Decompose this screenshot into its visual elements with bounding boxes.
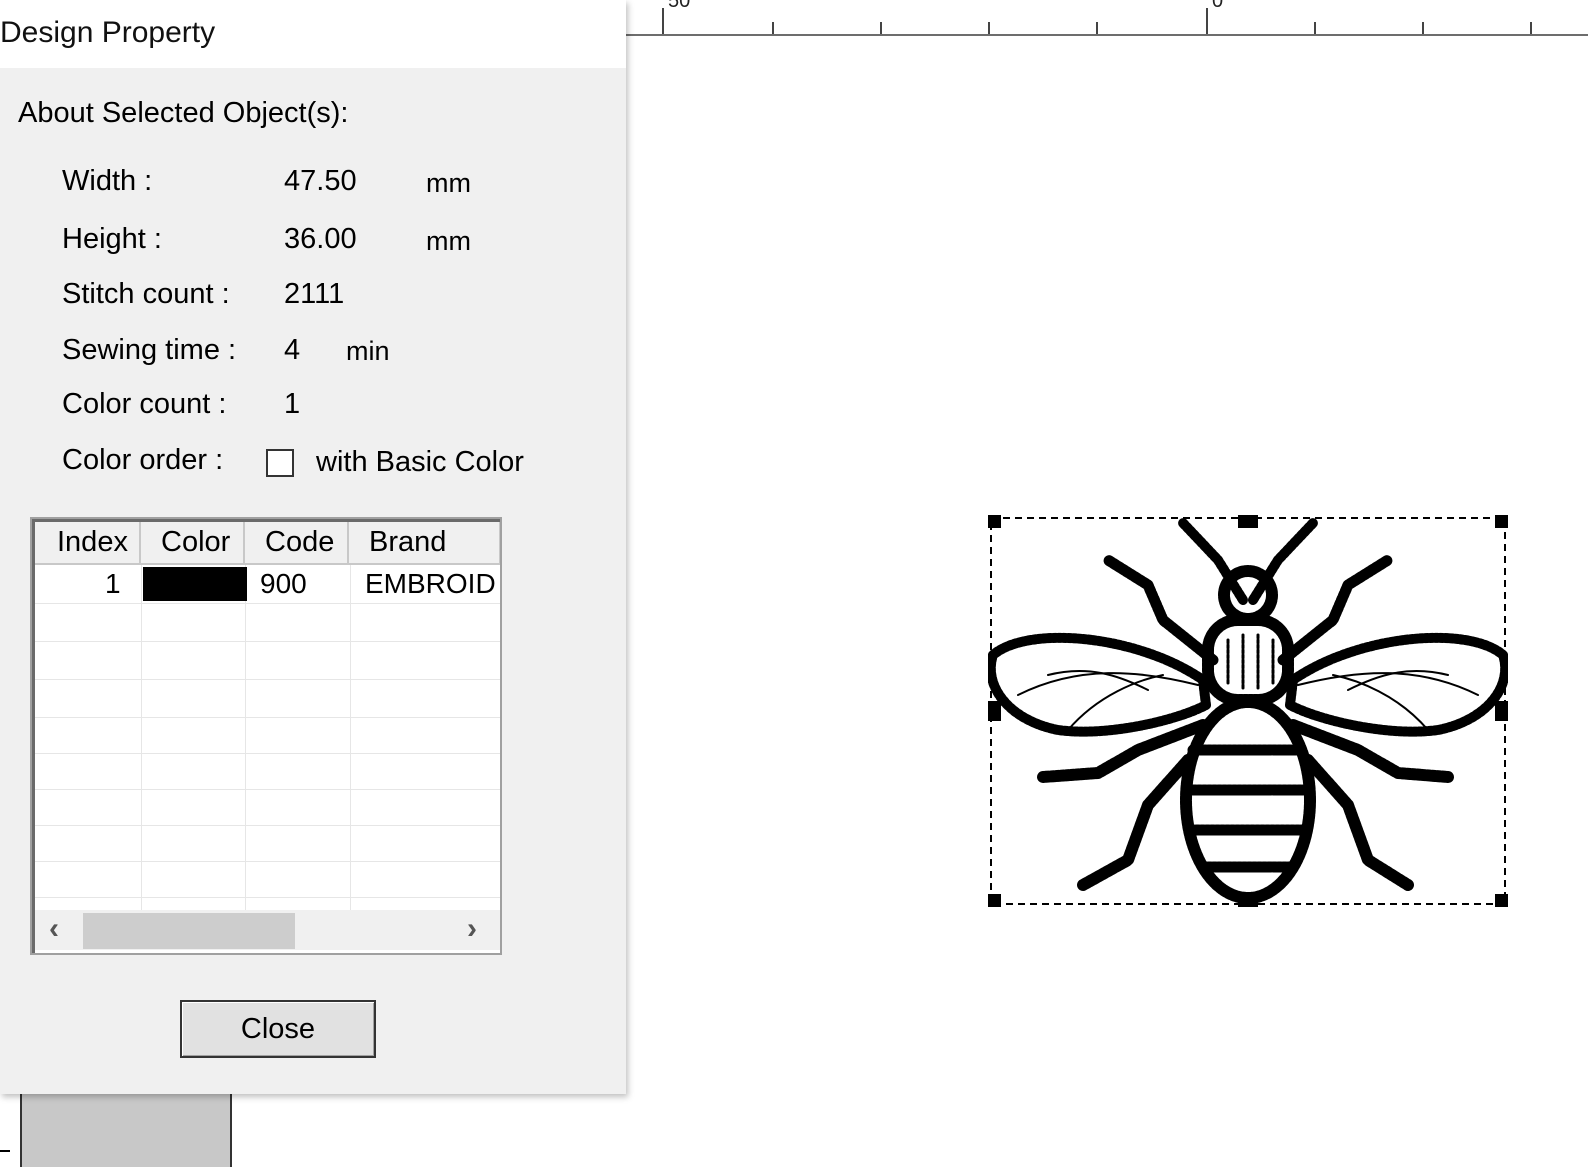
ruler-tick [1530, 22, 1532, 34]
sewing-time-label: Sewing time : [62, 334, 237, 366]
table-row-empty [35, 641, 500, 680]
row-code: 900 [260, 568, 307, 599]
ruler-label-50: 50 [668, 0, 691, 12]
color-order-label: Color order : [62, 444, 224, 476]
height-value: 36.00 [284, 223, 357, 255]
table-row-empty [35, 751, 500, 790]
sewing-time-value: 4 [284, 334, 301, 366]
width-unit: mm [426, 168, 471, 198]
scroll-thumb[interactable] [83, 913, 295, 949]
background-panel [20, 1090, 232, 1167]
scroll-left-icon[interactable]: ‹ [49, 912, 59, 946]
ruler-tick [772, 22, 774, 34]
ruler-tick [1314, 22, 1316, 34]
stitch-count-label: Stitch count : [62, 278, 230, 310]
dialog-titlebar[interactable]: Design Property [0, 0, 626, 68]
horizontal-ruler: 50 0 [626, 0, 1588, 36]
column-header-code[interactable]: Code [245, 521, 349, 565]
table-row-empty [35, 859, 500, 898]
column-header-brand[interactable]: Brand [349, 521, 500, 565]
color-count-label: Color count : [62, 388, 227, 420]
width-value: 47.50 [284, 165, 357, 197]
table-row-empty [35, 787, 500, 826]
stitch-count-value: 2111 [284, 278, 345, 310]
bee-embroidery-design[interactable] [988, 515, 1508, 907]
ruler-label-0: 0 [1212, 0, 1224, 12]
height-label: Height : [62, 223, 162, 255]
ruler-tick [662, 8, 664, 34]
ruler-tick [1096, 22, 1098, 34]
column-header-color[interactable]: Color [141, 521, 245, 565]
ruler-tick [1206, 8, 1208, 34]
table-row-empty [35, 823, 500, 862]
width-label: Width : [62, 165, 153, 197]
section-label: About Selected Object(s): [18, 97, 349, 129]
scroll-right-icon[interactable]: › [467, 912, 477, 946]
ruler-tick [1422, 22, 1424, 34]
basic-color-checkbox[interactable] [266, 449, 294, 477]
basic-color-checkbox-label[interactable]: with Basic Color [316, 446, 524, 479]
column-header-index[interactable]: Index [35, 521, 141, 565]
color-swatch [143, 567, 247, 601]
height-unit: mm [426, 226, 471, 256]
ruler-tick [988, 22, 990, 34]
row-index: 1 [105, 568, 121, 599]
table-row-empty [35, 715, 500, 754]
horizontal-scrollbar[interactable]: ‹ › [35, 910, 500, 950]
design-property-dialog: Design Property About Selected Object(s)… [0, 0, 626, 1094]
ruler-tick [880, 22, 882, 34]
table-row-empty [35, 679, 500, 718]
close-button[interactable]: Close [180, 1000, 376, 1058]
table-row-empty [35, 603, 500, 642]
table-row[interactable]: 1 900 EMBROID [35, 565, 500, 604]
color-table[interactable]: Index Color Code Brand 1 900 EMBROID ‹ › [30, 517, 502, 955]
sewing-time-unit: min [346, 336, 390, 366]
dash-mark [0, 1150, 10, 1152]
row-brand: EMBROID [365, 568, 496, 599]
dialog-title: Design Property [0, 16, 216, 49]
color-count-value: 1 [284, 388, 301, 420]
